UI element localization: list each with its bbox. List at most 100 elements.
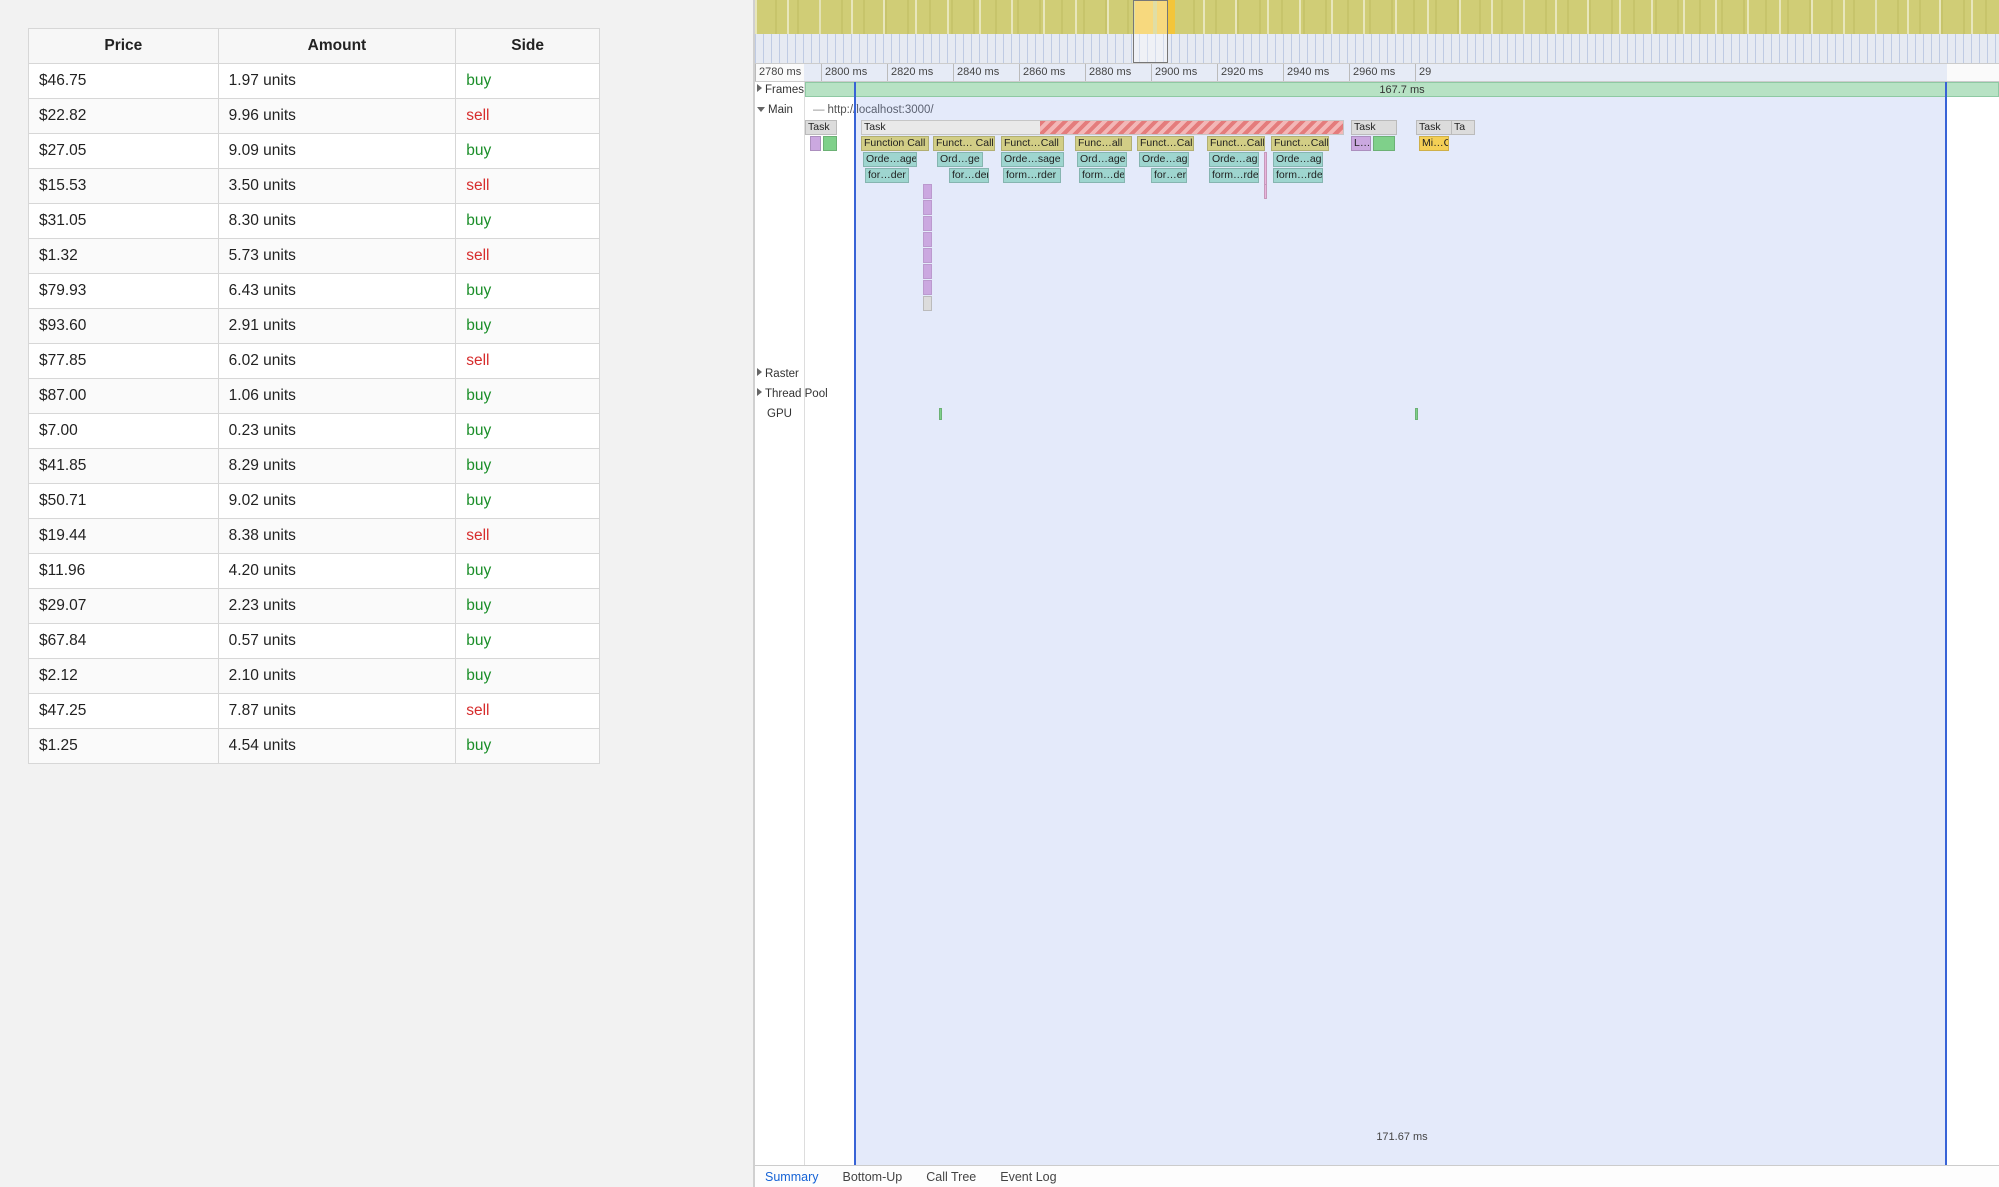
pink-slice[interactable]	[1264, 184, 1267, 199]
flame-chart[interactable]: —http://localhost:3000/ 167.7 ms Task Ta…	[805, 82, 1999, 1165]
orders-header-price: Price	[29, 29, 219, 64]
micro-chip[interactable]	[823, 136, 837, 151]
function-call-bar[interactable]: Funct…Call	[1207, 136, 1265, 151]
task-chip-partial[interactable]: Ta	[1451, 120, 1475, 135]
cell-price: $2.12	[29, 659, 219, 694]
tab-bottom-up[interactable]: Bottom-Up	[842, 1170, 902, 1184]
track-label-gpu[interactable]: GPU	[767, 408, 792, 420]
task-chip[interactable]: Task	[1351, 120, 1397, 135]
order-page-bar[interactable]: Orde…sage	[1001, 152, 1064, 167]
order-page-bar[interactable]: Ord…ge	[937, 152, 983, 167]
overview-minimap[interactable]	[755, 0, 1999, 64]
thread-pool-label-text: Thread Pool	[765, 388, 828, 400]
cell-amount: 3.50 units	[218, 169, 456, 204]
tab-summary[interactable]: Summary	[765, 1170, 818, 1184]
ruler-tick: 2860 ms	[1019, 64, 1065, 81]
ruler-tick: 2840 ms	[953, 64, 999, 81]
format-order-bar[interactable]: for…er	[1151, 168, 1187, 183]
gpu-blip[interactable]	[939, 408, 942, 420]
table-row: $7.000.23 unitsbuy	[29, 414, 600, 449]
table-row: $41.858.29 unitsbuy	[29, 449, 600, 484]
raster-label-text: Raster	[765, 368, 799, 380]
stack-frame[interactable]	[923, 280, 932, 295]
cell-side: sell	[456, 239, 600, 274]
cell-amount: 6.43 units	[218, 274, 456, 309]
format-order-bar[interactable]: for…der	[949, 168, 989, 183]
cell-price: $87.00	[29, 379, 219, 414]
order-page-bar[interactable]: Ord…age	[1077, 152, 1127, 167]
function-call-bar[interactable]: Function Call	[861, 136, 929, 151]
cell-price: $29.07	[29, 589, 219, 624]
stack-frame[interactable]	[923, 200, 932, 215]
stack-frame[interactable]	[923, 184, 932, 199]
gpu-blip[interactable]	[1415, 408, 1418, 420]
function-call-bar[interactable]: Func…all	[1075, 136, 1132, 151]
order-page-bar[interactable]: Orde…age	[1209, 152, 1259, 167]
L-chip[interactable]: L…	[1351, 136, 1371, 151]
cell-side: buy	[456, 449, 600, 484]
selection-border-right[interactable]	[1945, 82, 1947, 1165]
cell-price: $31.05	[29, 204, 219, 239]
table-row: $50.719.02 unitsbuy	[29, 484, 600, 519]
function-call-bar[interactable]: Funct…Call	[1001, 136, 1064, 151]
cell-amount: 8.29 units	[218, 449, 456, 484]
time-ruler[interactable]: 2780 ms2800 ms2820 ms2840 ms2860 ms2880 …	[755, 64, 1999, 82]
function-call-bar[interactable]: Funct…Call	[1137, 136, 1194, 151]
mic-chip[interactable]: Mi…C	[1419, 136, 1449, 151]
cell-side: sell	[456, 344, 600, 379]
cell-price: $22.82	[29, 99, 219, 134]
cell-price: $19.44	[29, 519, 219, 554]
cell-price: $79.93	[29, 274, 219, 309]
minimap-viewport-handle[interactable]	[1133, 0, 1168, 63]
orders-header-row: Price Amount Side	[29, 29, 600, 64]
stack-frame[interactable]	[923, 248, 932, 263]
track-label-thread-pool[interactable]: Thread Pool	[757, 388, 828, 400]
tab-event-log[interactable]: Event Log	[1000, 1170, 1056, 1184]
table-row: $27.059.09 unitsbuy	[29, 134, 600, 169]
frames-bar[interactable]: 167.7 ms	[805, 82, 1999, 97]
function-call-bar[interactable]: Funct… Call	[933, 136, 995, 151]
cell-price: $67.84	[29, 624, 219, 659]
table-row: $11.964.20 unitsbuy	[29, 554, 600, 589]
stack-frame[interactable]	[923, 296, 932, 311]
table-row: $46.751.97 unitsbuy	[29, 64, 600, 99]
stack-frame[interactable]	[923, 232, 932, 247]
format-order-bar[interactable]: for…der	[865, 168, 909, 183]
cell-amount: 1.06 units	[218, 379, 456, 414]
cell-side: buy	[456, 134, 600, 169]
format-order-bar[interactable]: form…rder	[1003, 168, 1061, 183]
order-page-bar[interactable]: Orde…age	[863, 152, 917, 167]
gpu-label-text: GPU	[767, 408, 792, 420]
table-row: $87.001.06 unitsbuy	[29, 379, 600, 414]
format-order-bar[interactable]: form…rder	[1273, 168, 1323, 183]
table-row: $47.257.87 unitssell	[29, 694, 600, 729]
green-chip[interactable]	[1373, 136, 1395, 151]
orders-header-amount: Amount	[218, 29, 456, 64]
track-label-main[interactable]: Main	[757, 104, 793, 116]
selection-border-left[interactable]	[854, 82, 856, 1165]
function-call-bar[interactable]: Funct…Call	[1271, 136, 1329, 151]
track-label-frames[interactable]: Frames	[757, 84, 804, 96]
format-order-bar[interactable]: form…rder	[1209, 168, 1259, 183]
cell-amount: 7.87 units	[218, 694, 456, 729]
task-chip[interactable]: Task	[805, 120, 837, 135]
cell-amount: 9.96 units	[218, 99, 456, 134]
cell-amount: 0.57 units	[218, 624, 456, 659]
tab-call-tree[interactable]: Call Tree	[926, 1170, 976, 1184]
chevron-right-icon	[757, 388, 762, 396]
stack-frame[interactable]	[923, 216, 932, 231]
stack-frame[interactable]	[923, 264, 932, 279]
order-page-bar[interactable]: Orde…age	[1139, 152, 1189, 167]
cell-side: buy	[456, 204, 600, 239]
cell-amount: 2.23 units	[218, 589, 456, 624]
format-order-bar[interactable]: form…der	[1079, 168, 1125, 183]
track-label-raster[interactable]: Raster	[757, 368, 799, 380]
ruler-tick: 2800 ms	[821, 64, 867, 81]
tracks-area[interactable]: Frames Main Raster Thread Pool GPU —http…	[755, 82, 1999, 1165]
micro-chip[interactable]	[810, 136, 821, 151]
cell-side: buy	[456, 659, 600, 694]
cell-side: buy	[456, 589, 600, 624]
task-long-chip[interactable]: Task	[861, 120, 1344, 135]
order-page-bar[interactable]: Orde…age	[1273, 152, 1323, 167]
cell-side: buy	[456, 414, 600, 449]
